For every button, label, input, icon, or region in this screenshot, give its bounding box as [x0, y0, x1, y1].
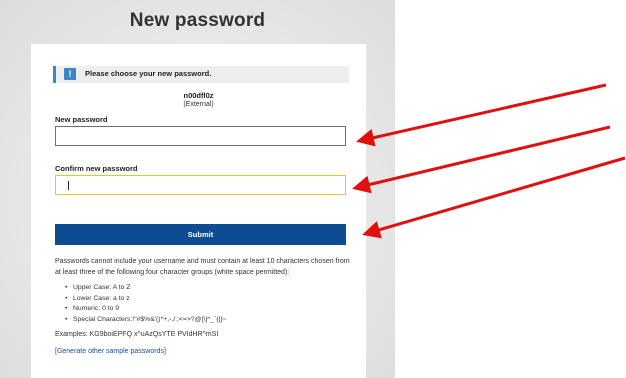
annotation-arrow-submit	[362, 156, 626, 239]
annotation-arrows	[352, 83, 626, 239]
annotation-arrow-new-password	[356, 83, 607, 147]
annotation-arrow-confirm-password	[352, 125, 611, 194]
